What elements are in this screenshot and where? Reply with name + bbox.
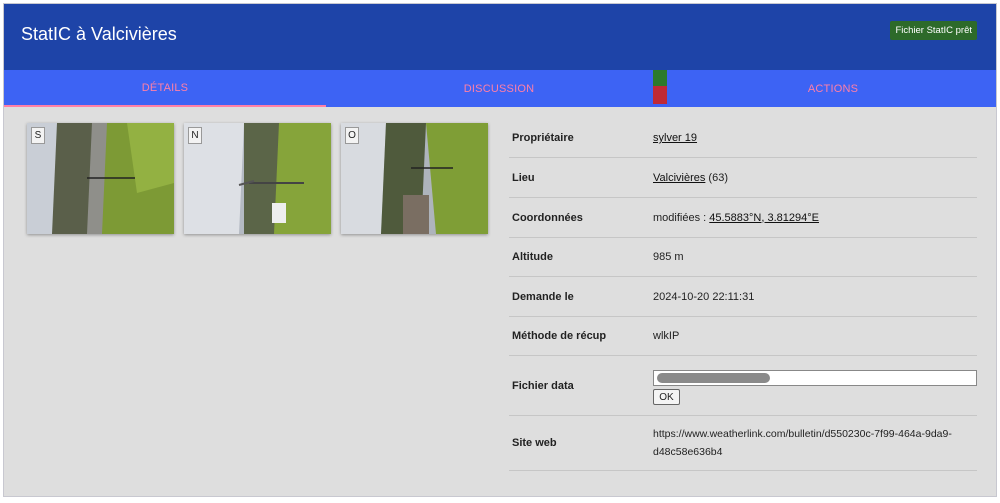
- place-suffix: (63): [705, 171, 728, 184]
- detail-label: Méthode de récup: [512, 330, 607, 342]
- detail-row-method: Méthode de récup wlkIP: [509, 317, 977, 356]
- app-frame: StatIC à Valcivières Fichier StatIC prêt…: [3, 3, 997, 497]
- detail-row-owner: Propriétaire sylver 19: [509, 119, 977, 158]
- coords-link[interactable]: 45.5883°N, 3.81294°E: [709, 212, 819, 224]
- detail-row-altitude: Altitude 985 m: [509, 238, 977, 277]
- requested-value: 2024-10-20 22:11:31: [653, 290, 755, 303]
- detail-label: Propriétaire: [512, 132, 574, 144]
- details-table: Propriétaire sylver 19 Lieu Valcivières …: [509, 119, 977, 471]
- altitude-value: 985 m: [653, 251, 684, 263]
- coords-value: modifiées : 45.5883°N, 3.81294°E: [653, 212, 819, 224]
- tab-bar: Détails Discussion Actions: [4, 70, 996, 107]
- owner-link[interactable]: sylver 19: [653, 132, 697, 144]
- tab-actions[interactable]: Actions: [672, 70, 994, 107]
- ok-button[interactable]: OK: [653, 389, 680, 405]
- photo-label: O: [345, 127, 359, 144]
- detail-label: Altitude: [512, 251, 553, 263]
- page-title: StatIC à Valcivières: [21, 24, 177, 44]
- detail-label: Demande le: [512, 290, 574, 303]
- photo-image: [341, 123, 488, 234]
- website-value: https://www.weatherlink.com/bulletin/d55…: [653, 428, 952, 458]
- photo-label: N: [188, 127, 202, 144]
- tab-discussion[interactable]: Discussion: [338, 70, 660, 107]
- photo-label: S: [31, 127, 45, 144]
- detail-row-datafile: Fichier data OK: [509, 356, 977, 416]
- place-link[interactable]: Valcivières: [653, 172, 705, 184]
- coords-prefix: modifiées :: [653, 211, 710, 224]
- header-bar: StatIC à Valcivières Fichier StatIC prêt: [4, 4, 996, 70]
- photo-north[interactable]: N: [184, 123, 331, 234]
- detail-row-requested: Demande le 2024-10-20 22:11:31: [509, 277, 977, 317]
- method-value: wlkIP: [653, 330, 680, 342]
- detail-label: Fichier data: [512, 379, 574, 392]
- redacted-value: [657, 373, 770, 383]
- detail-row-coords: Coordonnées modifiées : 45.5883°N, 3.812…: [509, 198, 977, 238]
- photo-south[interactable]: S: [27, 123, 174, 234]
- detail-label: Lieu: [512, 171, 535, 184]
- photo-image: [27, 123, 174, 234]
- photo-west[interactable]: O: [341, 123, 488, 234]
- detail-row-website: Site web https://www.weatherlink.com/bul…: [509, 416, 977, 471]
- detail-row-place: Lieu Valcivières (63): [509, 158, 977, 198]
- status-indicator: [653, 70, 667, 104]
- detail-label: Site web: [512, 437, 557, 449]
- data-file-input[interactable]: [653, 370, 977, 386]
- photo-image: [184, 123, 331, 234]
- detail-label: Coordonnées: [512, 211, 583, 224]
- status-badge[interactable]: Fichier StatIC prêt: [890, 21, 977, 40]
- tab-details[interactable]: Détails: [4, 70, 326, 107]
- place-value: Valcivières (63): [653, 172, 728, 184]
